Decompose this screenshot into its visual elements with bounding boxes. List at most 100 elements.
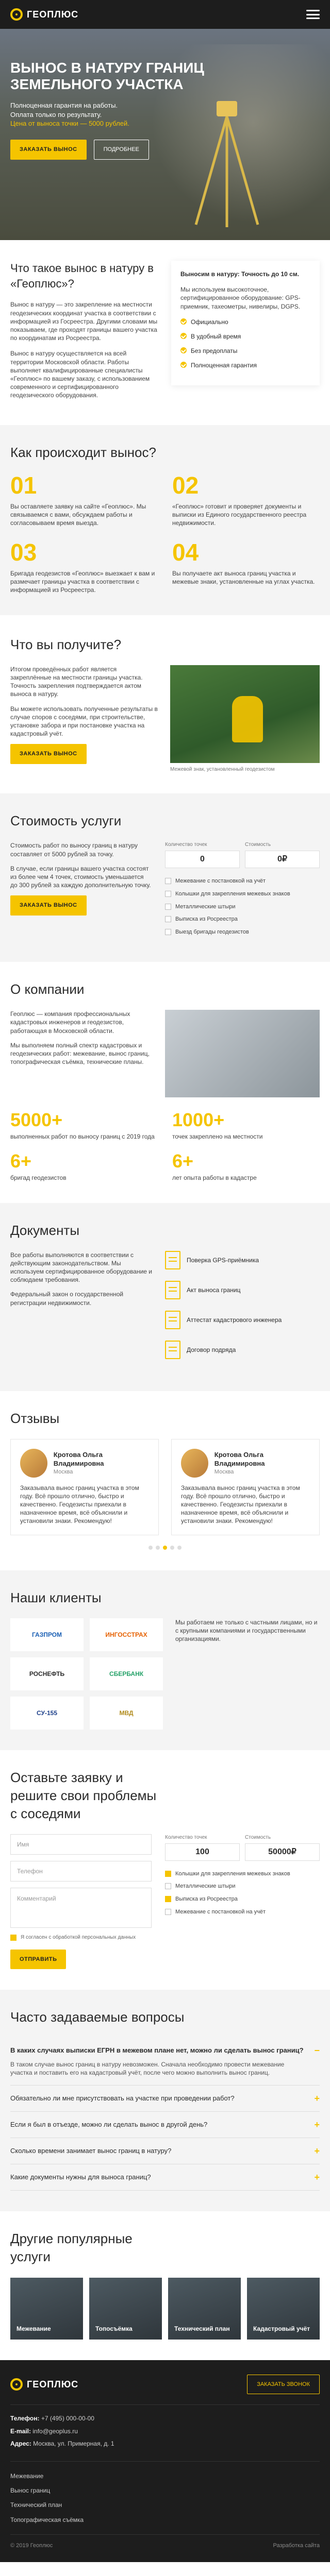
option-checkbox[interactable]: Металлические штыри xyxy=(165,1883,320,1890)
checkbox-icon xyxy=(165,1909,171,1916)
feature-item: Полноценная гарантия xyxy=(180,361,310,369)
checkbox-icon xyxy=(165,890,171,897)
option-checkbox[interactable]: Выписка из Росреестра xyxy=(165,916,320,923)
hero-sub-line: Цена от выноса точки — 5000 рублей. xyxy=(10,120,129,128)
address-label: Адрес: xyxy=(10,2439,31,2447)
clients-title: Наши клиенты xyxy=(10,1589,102,1605)
step-text: Вы оставляете заявку на сайте «Геоплюс».… xyxy=(10,502,146,527)
avatar xyxy=(181,1448,208,1478)
stat-item: 1000+ точек закреплено на местности xyxy=(172,1111,320,1141)
hero-more-button[interactable]: Подробнее xyxy=(93,140,149,160)
faq-question: Если я был в отъезде, можно ли сделать в… xyxy=(10,2121,208,2129)
result-paragraph: Вы можете использовать полученные резуль… xyxy=(10,705,158,738)
faq-item[interactable]: Какие документы нужны для выноса границ?… xyxy=(10,2164,320,2191)
order-form: Имя Телефон Комментарий Я согласен с обр… xyxy=(10,1834,152,1970)
feature-label: В удобный время xyxy=(191,332,241,340)
footer-phone[interactable]: +7 (495) 000-00-00 xyxy=(41,2415,94,2422)
plus-icon: + xyxy=(314,2172,320,2183)
document-link[interactable]: Договор подряда xyxy=(165,1340,320,1359)
faq-question: В каких случаях выписки ЕГРН в межевом п… xyxy=(10,2046,304,2055)
result-paragraph: Итогом проведённых работ является закреп… xyxy=(10,665,143,698)
document-link[interactable]: Аттестат кадастрового инженера xyxy=(165,1310,320,1329)
document-link[interactable]: Акт выноса границ xyxy=(165,1280,320,1299)
option-checkbox[interactable]: Колышки для закрепления межевых знаков xyxy=(165,890,320,898)
price-section: Стоимость услуги Стоимость работ по выно… xyxy=(0,793,330,962)
hero-subtitle: Полноценная гарантия на работы. Оплата т… xyxy=(10,101,180,128)
price-paragraph: Стоимость работ по выносу границ в натур… xyxy=(10,842,138,858)
step-text: Вы получаете акт выноса границ участка и… xyxy=(172,570,315,586)
how-section: Как происходит вынос? 01 Вы оставляете за… xyxy=(0,425,330,615)
footer-link[interactable]: Вынос границ xyxy=(10,2483,320,2498)
client-logo: ГАЗПРОМ xyxy=(10,1618,84,1651)
surveyor-tripod-icon xyxy=(194,101,259,227)
document-link[interactable]: Поверка GPS-приёмника xyxy=(165,1250,320,1269)
phone-input[interactable]: Телефон xyxy=(10,1861,152,1882)
faq-item-open[interactable]: В каких случаях выписки ЕГРН в межевом п… xyxy=(10,2038,320,2086)
submit-button[interactable]: Отправить xyxy=(10,1949,67,1970)
points-input[interactable]: 100 xyxy=(165,1843,240,1861)
stat-text: бригад геодезистов xyxy=(10,1174,67,1182)
faq-title: Часто задаваемые вопросы xyxy=(10,2009,185,2025)
result-order-button[interactable]: Заказать вынос xyxy=(10,744,87,765)
reviews-section: Отзывы Кротова Ольга Владимировна Москва … xyxy=(0,1391,330,1570)
callback-button[interactable]: Заказать звонок xyxy=(247,2374,320,2395)
faq-item[interactable]: Сколько времени занимает вынос границ в … xyxy=(10,2138,320,2165)
order-title: Оставьте заявку и решите свои проблемы с… xyxy=(10,1769,157,1821)
step-number: 01 xyxy=(10,471,37,499)
price-calculator: Количество точек 0 Стоимость 0₽ Межевание … xyxy=(165,841,320,941)
review-card: Кротова Ольга Владимировна Москва Заказыв… xyxy=(171,1438,320,1535)
reviews-title: Отзывы xyxy=(10,1410,60,1426)
footer-link[interactable]: Топографическая съёмка xyxy=(10,2513,320,2527)
clients-section: Наши клиенты ГАЗПРОМ ИНГОССТРАХ РОСНЕФТЬ… xyxy=(0,1570,330,1750)
developer-credit[interactable]: Разработка сайта xyxy=(273,2542,320,2550)
document-label: Акт выноса границ xyxy=(187,1286,241,1294)
footer-logo[interactable]: ГЕОПЛЮС xyxy=(10,2378,78,2391)
what-paragraph: Вынос в натуру — это закрепление на мест… xyxy=(10,301,158,342)
slider-dot[interactable] xyxy=(170,1545,174,1550)
option-checkbox[interactable]: Межевание с постановкой на учёт xyxy=(165,877,320,885)
feature-label: Полноценная гарантия xyxy=(191,362,257,369)
slider-dot[interactable] xyxy=(148,1545,153,1550)
consent-checkbox[interactable]: Я согласен с обработкой персональных дан… xyxy=(10,1934,152,1941)
hero-title: ВЫНОС В НАТУРУ ГРАНИЦ ЗЕМЕЛЬНОГО УЧАСТКА xyxy=(10,60,204,93)
about-section: О компании Геоплюс — компания профессион… xyxy=(0,962,330,1202)
checkbox-icon xyxy=(165,1870,171,1877)
price-title: Стоимость услуги xyxy=(10,813,122,829)
faq-item[interactable]: Обязательно ли мне присутствовать на уча… xyxy=(10,2086,320,2112)
slider-dot-active[interactable] xyxy=(163,1545,167,1550)
site-header: ГЕОПЛЮС xyxy=(0,0,330,29)
feature-item: Официально xyxy=(180,318,310,326)
footer-link[interactable]: Межевание xyxy=(10,2469,320,2483)
document-icon xyxy=(165,1250,180,1269)
option-label: Выезд бригады геодезистов xyxy=(175,929,249,936)
footer-address: Москва, ул. Примерная, д. 1 xyxy=(33,2439,114,2447)
hero-order-button[interactable]: Заказать вынос xyxy=(10,140,87,160)
option-label: Металлические штыри xyxy=(175,903,236,910)
service-card[interactable]: Межевание xyxy=(10,2277,83,2340)
logo[interactable]: ГЕОПЛЮС xyxy=(10,8,78,21)
service-card[interactable]: Технический план xyxy=(168,2277,241,2340)
option-checkbox[interactable]: Колышки для закрепления межевых знаков xyxy=(165,1870,320,1878)
option-checkbox[interactable]: Межевание с постановкой на учёт xyxy=(165,1908,320,1916)
footer-email[interactable]: info@geoplus.ru xyxy=(32,2428,78,2435)
footer-link[interactable]: Технический план xyxy=(10,2498,320,2512)
stat-item: 6+ бригад геодезистов xyxy=(10,1152,158,1182)
option-checkbox[interactable]: Выписка из Росреестра xyxy=(165,1895,320,1903)
points-input[interactable]: 0 xyxy=(165,850,240,868)
document-label: Договор подряда xyxy=(187,1346,236,1353)
faq-question: Какие документы нужны для выноса границ? xyxy=(10,2173,151,2181)
slider-dot[interactable] xyxy=(177,1545,182,1550)
slider-dot[interactable] xyxy=(156,1545,160,1550)
price-order-button[interactable]: Заказать вынос xyxy=(10,895,87,916)
comment-input[interactable]: Комментарий xyxy=(10,1888,152,1928)
service-card[interactable]: Топосъёмка xyxy=(89,2277,162,2340)
checkbox-icon xyxy=(165,903,171,910)
name-input[interactable]: Имя xyxy=(10,1834,152,1855)
option-checkbox[interactable]: Металлические штыри xyxy=(165,903,320,911)
faq-question: Обязательно ли мне присутствовать на уча… xyxy=(10,2094,235,2103)
service-card[interactable]: Кадастровый учёт xyxy=(247,2277,320,2340)
faq-item[interactable]: Если я был в отъезде, можно ли сделать в… xyxy=(10,2112,320,2139)
menu-burger-icon[interactable] xyxy=(306,10,320,19)
option-checkbox[interactable]: Выезд бригады геодезистов xyxy=(165,928,320,936)
reviewer-name: Кротова Ольга Владимировна xyxy=(53,1450,104,1468)
